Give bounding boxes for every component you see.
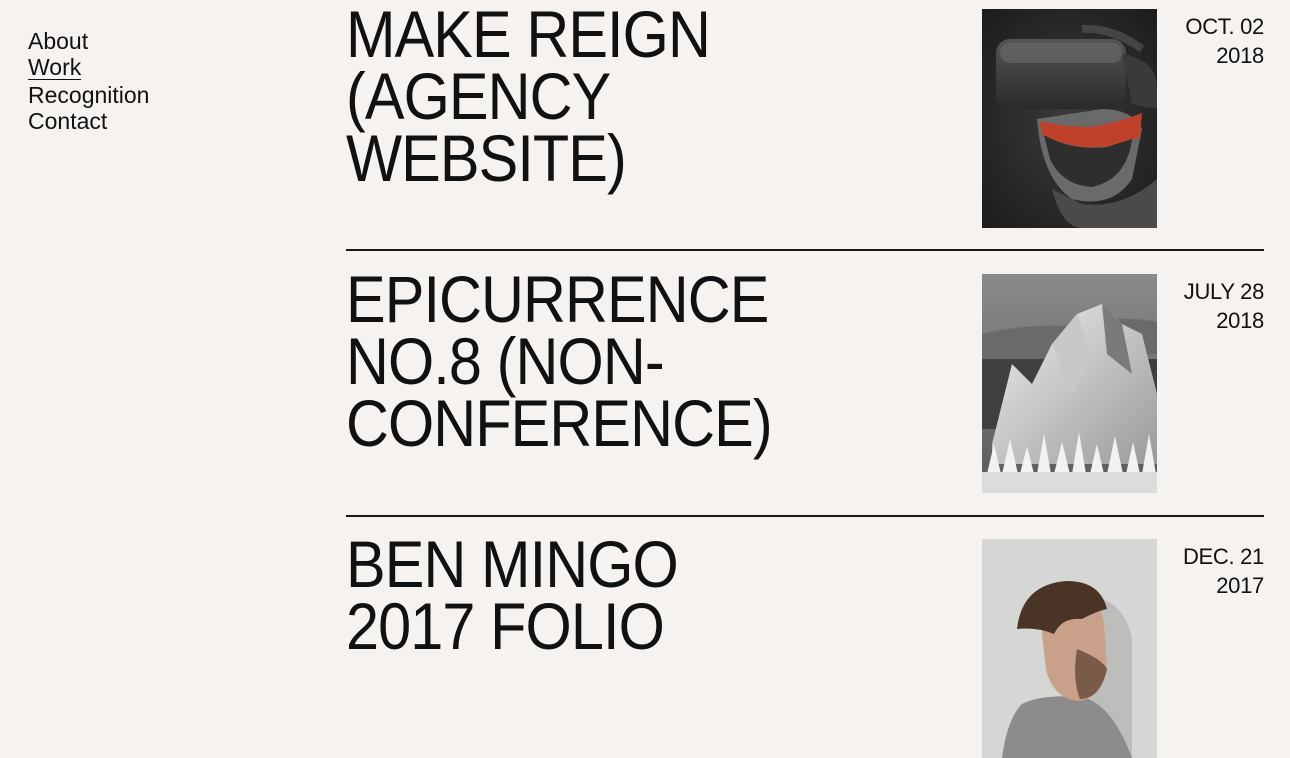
date-month-day: JULY 28 xyxy=(1183,279,1265,304)
main-nav: About Work Recognition Contact xyxy=(28,28,149,135)
vr-headset-illustration xyxy=(982,9,1157,228)
project-title[interactable]: BEN MINGO 2017 FOLIO xyxy=(346,531,850,659)
project-date: JULY 28 2018 xyxy=(1183,277,1265,335)
nav-contact[interactable]: Contact xyxy=(28,108,107,135)
project-title[interactable]: EPICURRENCE NO.8 (NON- CONFERENCE) xyxy=(346,266,850,456)
vr-headset-sculpture-image[interactable] xyxy=(982,9,1157,228)
man-portrait-image[interactable] xyxy=(982,539,1157,758)
portrait-illustration xyxy=(982,539,1157,758)
date-month-day: DEC. 21 xyxy=(1182,544,1264,569)
mountain-landscape-image[interactable] xyxy=(982,274,1157,493)
nav-recognition[interactable]: Recognition xyxy=(28,82,149,109)
date-year: 2017 xyxy=(1216,573,1264,598)
divider xyxy=(346,249,1264,251)
date-year: 2018 xyxy=(1216,308,1264,333)
project-date: OCT. 02 2018 xyxy=(1185,12,1264,70)
date-month-day: OCT. 02 xyxy=(1185,14,1264,39)
project-date: DEC. 21 2017 xyxy=(1183,542,1264,600)
divider xyxy=(346,515,1264,517)
nav-work[interactable]: Work xyxy=(28,55,82,80)
mountain-illustration xyxy=(982,274,1157,493)
date-year: 2018 xyxy=(1216,43,1264,68)
nav-about[interactable]: About xyxy=(28,28,88,55)
project-title[interactable]: MAKE REIGN (AGENCY WEBSITE) xyxy=(346,1,850,191)
